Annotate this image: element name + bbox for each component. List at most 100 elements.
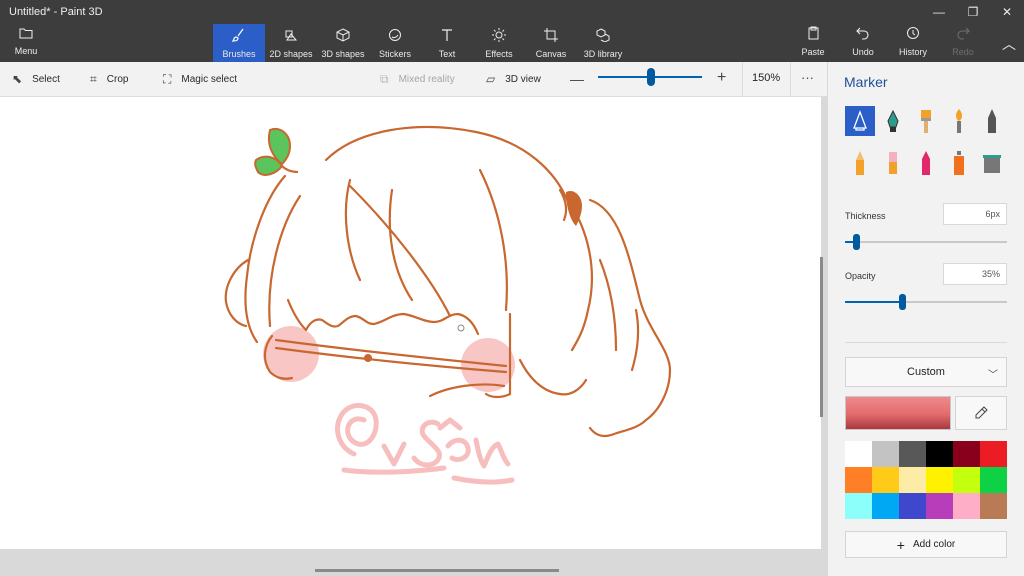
pencil-brush[interactable] <box>845 148 875 178</box>
magic-select-icon: ⛶ <box>163 71 172 86</box>
opacity-slider[interactable] <box>845 301 1007 303</box>
calligraphy-pen-brush[interactable] <box>878 106 908 136</box>
color-swatch[interactable] <box>926 467 953 493</box>
color-swatch[interactable] <box>926 441 953 467</box>
tab-3d-library[interactable]: 3D library <box>577 24 629 62</box>
canvas-icon <box>544 28 558 42</box>
color-swatch[interactable] <box>953 493 980 519</box>
fill-icon <box>983 155 1001 173</box>
tab-label: Canvas <box>535 49 567 59</box>
horizontal-scrollbar[interactable] <box>315 569 559 572</box>
undo-button[interactable]: Undo <box>838 26 888 57</box>
drawing-canvas[interactable] <box>0 97 821 549</box>
color-swatch[interactable] <box>845 493 872 519</box>
color-swatch[interactable] <box>872 441 899 467</box>
menu-button[interactable]: Menu <box>6 26 46 58</box>
spray-can-brush[interactable] <box>944 148 974 178</box>
window-title: Untitled* - Paint 3D <box>9 6 103 18</box>
pixel-pen-brush[interactable] <box>977 106 1007 136</box>
paste-icon <box>808 26 818 40</box>
watercolor-icon <box>956 109 962 133</box>
drawing <box>224 126 672 485</box>
color-mode-dropdown[interactable]: Custom ﹀ <box>845 357 1007 387</box>
zoom-slider-thumb[interactable] <box>647 68 656 86</box>
color-swatch[interactable] <box>845 441 872 467</box>
color-palette <box>845 441 1007 519</box>
oil-brush-icon <box>921 110 931 133</box>
crop-icon: ⌗ <box>90 71 97 86</box>
window-controls: — ❐ ✕ <box>922 0 1024 24</box>
folder-icon <box>19 28 33 39</box>
opacity-input[interactable]: 35% <box>943 263 1007 285</box>
divider <box>845 342 1007 343</box>
tab-label: 2D shapes <box>269 49 313 59</box>
3d-view-button[interactable]: ▱ 3D view <box>486 62 541 96</box>
color-swatch[interactable] <box>899 441 926 467</box>
magic-select-button[interactable]: ⛶ Magic select <box>163 62 237 96</box>
redo-button[interactable]: Redo <box>938 26 988 57</box>
color-swatch[interactable] <box>953 467 980 493</box>
vertical-scrollbar[interactable] <box>820 257 823 417</box>
tab-label: Brushes <box>222 49 256 59</box>
history-button[interactable]: History <box>888 26 938 57</box>
color-swatch[interactable] <box>899 467 926 493</box>
effects-icon <box>492 28 506 42</box>
oil-brush[interactable] <box>911 106 941 136</box>
minimize-button[interactable]: — <box>922 0 956 24</box>
crop-label: Crop <box>106 73 129 85</box>
undo-label: Undo <box>852 47 874 57</box>
tab-brushes[interactable]: Brushes <box>213 24 265 62</box>
add-color-button[interactable]: + Add color <box>845 531 1007 558</box>
color-swatch[interactable] <box>953 441 980 467</box>
opacity-slider-thumb[interactable] <box>898 294 906 310</box>
ribbon-tabs: Brushes 2D shapes 3D shapes Stickers Tex… <box>213 24 629 62</box>
3d-shapes-icon <box>336 28 350 42</box>
eraser-brush[interactable] <box>878 148 908 178</box>
select-arrow-icon: ⬉ <box>12 72 23 86</box>
zoom-value[interactable]: 150% <box>752 72 780 84</box>
mixed-reality-button[interactable]: ⧉ Mixed reality <box>380 62 455 96</box>
fill-brush[interactable] <box>977 148 1007 178</box>
more-options-icon[interactable]: ··· <box>801 70 814 85</box>
zoom-in-icon[interactable]: + <box>717 69 726 87</box>
select-button[interactable]: ⬉ Select <box>12 62 60 96</box>
marker-brush[interactable] <box>845 106 875 136</box>
hair-outline <box>224 126 672 438</box>
color-swatch[interactable] <box>872 467 899 493</box>
thickness-slider-thumb[interactable] <box>853 234 861 250</box>
history-icon <box>907 27 919 39</box>
watercolor-brush[interactable] <box>944 106 974 136</box>
thickness-slider[interactable] <box>845 241 1007 243</box>
color-swatch[interactable] <box>872 493 899 519</box>
eyedropper-icon <box>975 406 988 419</box>
select-label: Select <box>32 73 60 85</box>
maximize-button[interactable]: ❐ <box>956 0 990 24</box>
tab-text[interactable]: Text <box>421 24 473 62</box>
crayon-brush[interactable] <box>911 148 941 178</box>
current-color-swatch[interactable] <box>845 396 951 430</box>
eyedropper-button[interactable] <box>955 396 1007 430</box>
color-swatch[interactable] <box>980 467 1007 493</box>
color-swatch[interactable] <box>845 467 872 493</box>
redo-icon <box>957 27 970 40</box>
zoom-out-icon[interactable]: — <box>570 71 584 87</box>
color-swatch[interactable] <box>899 493 926 519</box>
tab-2d-shapes[interactable]: 2D shapes <box>265 24 317 62</box>
color-swatch[interactable] <box>980 441 1007 467</box>
plus-icon: + <box>896 536 905 553</box>
paste-button[interactable]: Paste <box>788 26 838 57</box>
tab-3d-shapes[interactable]: 3D shapes <box>317 24 369 62</box>
color-swatch[interactable] <box>926 493 953 519</box>
tab-label: Stickers <box>378 49 411 59</box>
collapse-ribbon-chevron-icon[interactable]: ︿ <box>1002 34 1016 54</box>
tab-stickers[interactable]: Stickers <box>369 24 421 62</box>
color-swatch[interactable] <box>980 493 1007 519</box>
redo-label: Redo <box>952 47 974 57</box>
add-color-label: Add color <box>912 539 956 550</box>
tab-effects[interactable]: Effects <box>473 24 525 62</box>
tab-canvas[interactable]: Canvas <box>525 24 577 62</box>
crop-button[interactable]: ⌗ Crop <box>90 62 128 96</box>
stickers-icon <box>389 29 401 41</box>
close-button[interactable]: ✕ <box>990 0 1024 24</box>
thickness-input[interactable]: 6px <box>943 203 1007 225</box>
